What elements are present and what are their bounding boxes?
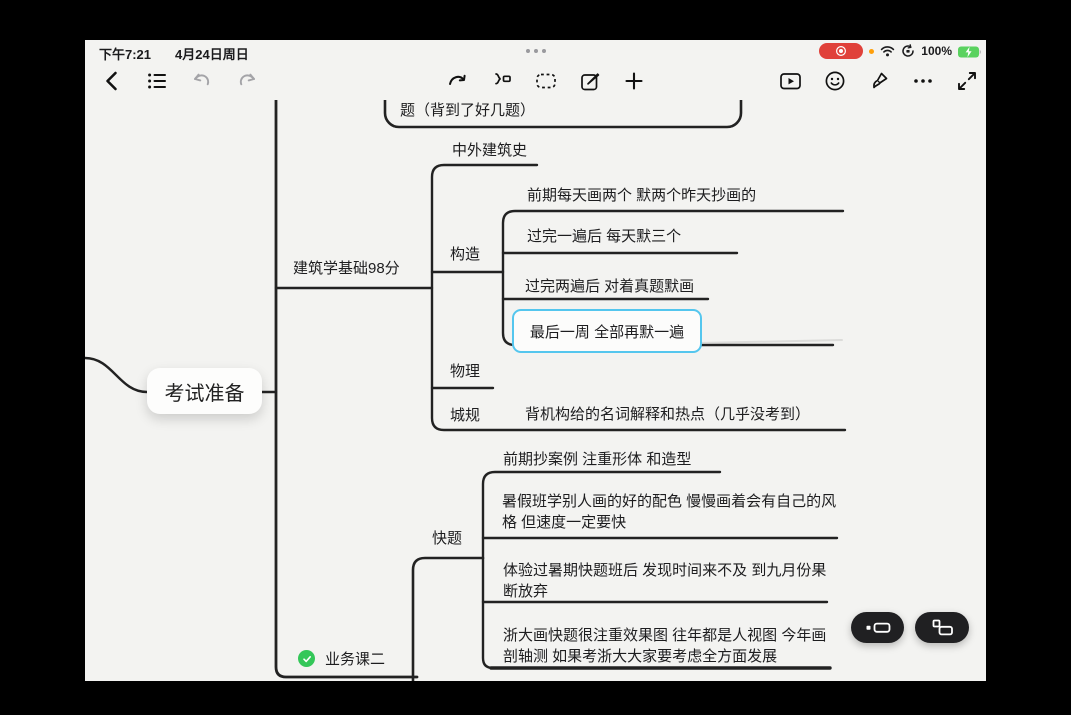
node-kuaiti[interactable]: 快题 xyxy=(432,529,462,549)
node-gouzao-child-4-selected[interactable]: 最后一周 全部再默一遍 xyxy=(512,309,702,353)
rotation-lock-icon xyxy=(901,44,915,58)
node-gouzao-child-2[interactable]: 过完一遍后 每天默三个 xyxy=(527,227,681,247)
compose-icon[interactable] xyxy=(577,69,602,94)
battery-icon xyxy=(958,45,982,57)
battery-percent: 100% xyxy=(921,44,952,58)
node-gouzao-child-1[interactable]: 前期每天画两个 默两个昨天抄画的 xyxy=(527,186,756,206)
multitasking-indicator[interactable] xyxy=(526,49,546,53)
mic-in-use-icon xyxy=(869,49,874,54)
node-wuli[interactable]: 物理 xyxy=(450,362,480,382)
more-icon[interactable] xyxy=(910,69,935,94)
subtopic-icon xyxy=(930,619,954,636)
node-jichu[interactable]: 建筑学基础98分 xyxy=(293,259,400,279)
emoji-icon[interactable] xyxy=(822,69,847,94)
node-kuaiti-child-3[interactable]: 体验过暑期快题班后 发现时间来不及 到九月份果断放弃 xyxy=(503,560,841,602)
fullscreen-icon[interactable] xyxy=(954,69,979,94)
selected-node-text: 最后一周 全部再默一遍 xyxy=(530,321,684,342)
redo-button[interactable] xyxy=(234,69,259,94)
ipad-screen: 下午7:21 4月24日周日 xyxy=(0,0,1071,715)
node-zhongwai[interactable]: 中外建筑史 xyxy=(452,141,527,161)
node-chenggui-child[interactable]: 背机构给的名词解释和热点（几乎没考到） xyxy=(525,405,810,425)
back-button[interactable] xyxy=(99,69,124,94)
task-complete-check-icon[interactable] xyxy=(298,650,315,667)
screen-recording-indicator[interactable] xyxy=(819,43,863,59)
clock: 下午7:21 xyxy=(99,44,151,63)
app-window: 下午7:21 4月24日周日 xyxy=(85,40,986,681)
node-yewu[interactable]: 业务课二 xyxy=(298,648,385,669)
undo-button[interactable] xyxy=(189,69,214,94)
node-gouzao[interactable]: 构造 xyxy=(450,245,480,265)
plus-icon[interactable] xyxy=(621,69,646,94)
node-gouzao-child-3[interactable]: 过完两遍后 对着真题默画 xyxy=(525,277,694,297)
node-partial-top[interactable]: 题（背到了好几题） xyxy=(400,101,535,121)
node-root[interactable]: 考试准备 xyxy=(147,368,262,414)
node-yewu-label: 业务课二 xyxy=(325,648,385,669)
wifi-icon xyxy=(880,45,895,57)
boundary-icon[interactable] xyxy=(533,69,558,94)
node-chenggui[interactable]: 城规 xyxy=(450,406,480,426)
insert-sibling-topic-button[interactable] xyxy=(851,612,904,643)
style-brush-icon[interactable] xyxy=(866,69,891,94)
mindmap-canvas[interactable]: 题（背到了好几题） 考试准备 建筑学基础98分 中外建筑史 构造 前期每天画两个… xyxy=(85,40,986,681)
record-icon xyxy=(835,45,847,57)
date: 4月24日周日 xyxy=(175,44,249,63)
status-bar: 下午7:21 4月24日周日 xyxy=(85,40,986,62)
node-kuaiti-child-4[interactable]: 浙大画快题很注重效果图 往年都是人视图 今年画剖轴测 如果考浙大大家要考虑全方面… xyxy=(503,625,841,667)
insert-subtopic-button[interactable] xyxy=(915,612,969,643)
sibling-topic-icon xyxy=(865,620,891,635)
present-icon[interactable] xyxy=(778,69,803,94)
relationship-icon[interactable] xyxy=(445,69,470,94)
toolbar xyxy=(85,62,986,100)
node-kuaiti-child-2[interactable]: 暑假班学别人画的好的配色 慢慢画着会有自己的风格 但速度一定要快 xyxy=(502,491,840,533)
node-kuaiti-child-1[interactable]: 前期抄案例 注重形体 和造型 xyxy=(503,450,691,470)
outline-icon[interactable] xyxy=(144,69,169,94)
summary-icon[interactable] xyxy=(489,69,514,94)
